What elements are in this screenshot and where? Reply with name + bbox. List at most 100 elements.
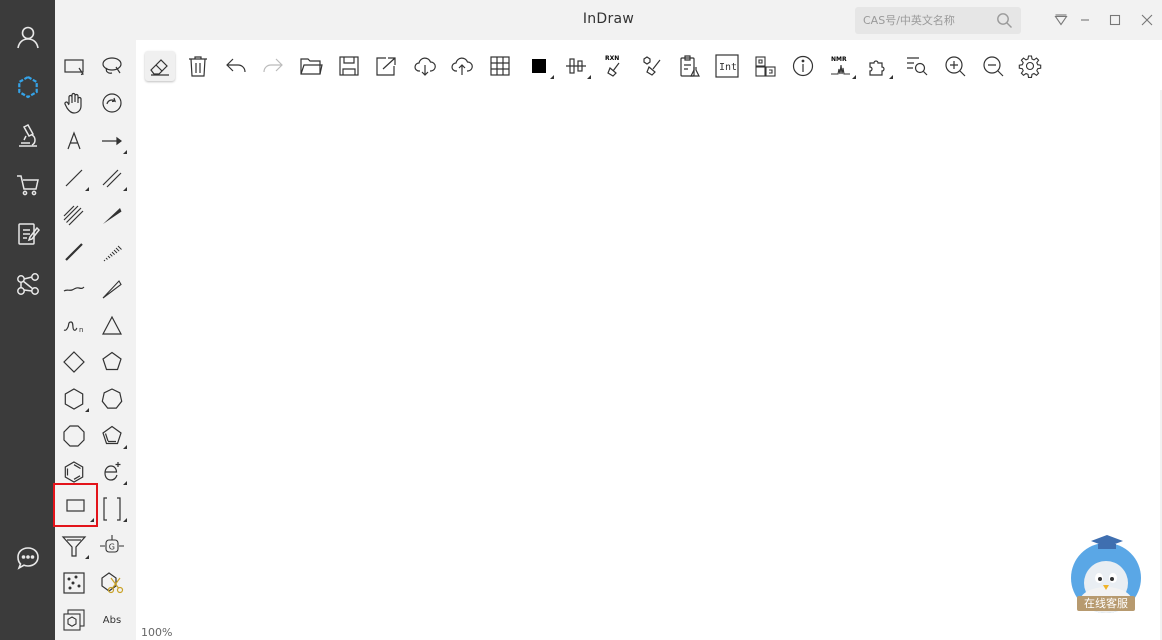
submenu-indicator (123, 518, 127, 522)
export-button[interactable] (371, 51, 401, 81)
tool-lasso-select[interactable] (95, 50, 129, 82)
tool-diamond[interactable] (57, 346, 91, 378)
minimize-icon (1081, 19, 1089, 21)
tool-wedge-bond[interactable] (95, 199, 129, 231)
redo-button[interactable] (258, 51, 288, 81)
tool-octagon[interactable] (57, 420, 91, 452)
tool-chain[interactable]: n (57, 310, 91, 342)
submenu-indicator (123, 445, 127, 449)
cloud-download-button[interactable] (410, 51, 440, 81)
tool-dot-grid[interactable] (57, 567, 91, 599)
tool-group-label[interactable]: G (95, 530, 129, 562)
save-button[interactable] (334, 51, 364, 81)
nmr-button[interactable]: NMR (826, 51, 856, 81)
tool-abs-label[interactable]: Abs (95, 604, 129, 636)
trash-icon (189, 56, 207, 77)
cart-button[interactable] (0, 165, 55, 205)
user-button[interactable] (0, 17, 55, 57)
search-box (855, 7, 1021, 34)
clean-button[interactable] (637, 51, 667, 81)
close-button[interactable] (1137, 10, 1157, 30)
tool-cyclopentadiene[interactable] (95, 420, 129, 452)
info-button[interactable] (788, 51, 818, 81)
search-list-button[interactable] (902, 51, 932, 81)
share-button[interactable] (0, 264, 55, 304)
tool-triangle[interactable] (95, 310, 129, 342)
settings-icon (1018, 55, 1042, 78)
int-button[interactable]: Int (712, 51, 742, 81)
grid-button[interactable] (485, 51, 515, 81)
drawing-canvas[interactable] (136, 90, 1160, 640)
app-window: InDraw CAS号/中英文名称 n G Abs RXN Int NMR 10… (0, 0, 1162, 640)
indraw-button[interactable] (0, 67, 55, 107)
open-folder-icon (300, 58, 323, 75)
cloud-upload-button[interactable] (447, 51, 477, 81)
zoom-out-button[interactable] (978, 51, 1008, 81)
marquee-select-icon (64, 59, 84, 76)
undo-button[interactable] (221, 51, 251, 81)
search-icon[interactable] (996, 12, 1013, 29)
clipboard-flask-button[interactable] (674, 51, 704, 81)
tool-text[interactable] (57, 125, 91, 157)
benzene-icon (64, 461, 84, 483)
puzzle-button[interactable] (863, 51, 893, 81)
minimize-button[interactable] (1075, 10, 1095, 30)
eraser-button[interactable] (145, 51, 175, 81)
clipboard-flask-icon (680, 55, 700, 77)
tool-brackets[interactable] (95, 493, 129, 525)
settings-button[interactable] (1015, 51, 1045, 81)
tool-palette: n G Abs (53, 40, 136, 640)
tool-hexagon[interactable] (57, 383, 91, 415)
template-button[interactable] (750, 51, 780, 81)
submenu-indicator (85, 555, 89, 559)
zoom-in-button[interactable] (940, 51, 970, 81)
delete-button[interactable] (183, 51, 213, 81)
maximize-button[interactable] (1105, 10, 1125, 30)
notes-icon (17, 223, 40, 245)
hashed-bond-icon (103, 245, 122, 262)
svg-text:n: n (79, 326, 83, 334)
tool-rectangle[interactable] (53, 483, 98, 527)
tool-marquee-select[interactable] (57, 50, 91, 82)
puzzle-icon (869, 60, 885, 76)
tool-template-stack[interactable] (57, 604, 91, 636)
open-button[interactable] (296, 51, 326, 81)
online-support-button[interactable]: 在线客服 (1069, 533, 1143, 619)
chat-icon (16, 547, 39, 570)
submenu-indicator (123, 187, 127, 191)
notes-button[interactable] (0, 214, 55, 254)
close-icon (1141, 14, 1153, 26)
funnel-icon (61, 536, 87, 557)
tool-scissors[interactable] (95, 567, 129, 599)
tool-bold-bond[interactable] (57, 236, 91, 268)
tool-rotate[interactable] (95, 87, 129, 119)
tool-wavy-bond[interactable] (57, 273, 91, 305)
user-icon (16, 26, 39, 49)
tool-benzene[interactable] (57, 456, 91, 488)
tool-funnel[interactable] (57, 530, 91, 562)
tool-single-bond[interactable] (57, 162, 91, 194)
search-input[interactable] (863, 11, 988, 29)
hollow-wedge-icon (102, 280, 122, 299)
menu-dropdown-button[interactable] (1051, 10, 1071, 30)
zoom-in-icon (945, 56, 966, 77)
tool-hand-pan[interactable] (57, 87, 91, 119)
align-button[interactable] (561, 51, 591, 81)
rxn-clean-button[interactable]: RXN (599, 51, 629, 81)
tool-hashed-bond[interactable] (95, 236, 129, 268)
main-toolbar: RXN Int NMR (136, 40, 1162, 90)
tool-heptagon[interactable] (95, 383, 129, 415)
tool-charge[interactable] (95, 456, 129, 488)
tool-triple-bond[interactable] (57, 199, 91, 231)
tool-arrow[interactable] (95, 125, 129, 157)
chat-button[interactable] (0, 538, 55, 578)
tool-double-bond[interactable] (95, 162, 129, 194)
tool-hollow-wedge[interactable] (95, 273, 129, 305)
microscope-icon (18, 124, 37, 147)
tool-pentagon[interactable] (95, 346, 129, 378)
submenu-indicator (123, 150, 127, 154)
abs-label: Abs (102, 614, 122, 626)
microscope-button[interactable] (0, 116, 55, 156)
submenu-indicator (85, 408, 89, 412)
color-button[interactable] (524, 51, 554, 81)
